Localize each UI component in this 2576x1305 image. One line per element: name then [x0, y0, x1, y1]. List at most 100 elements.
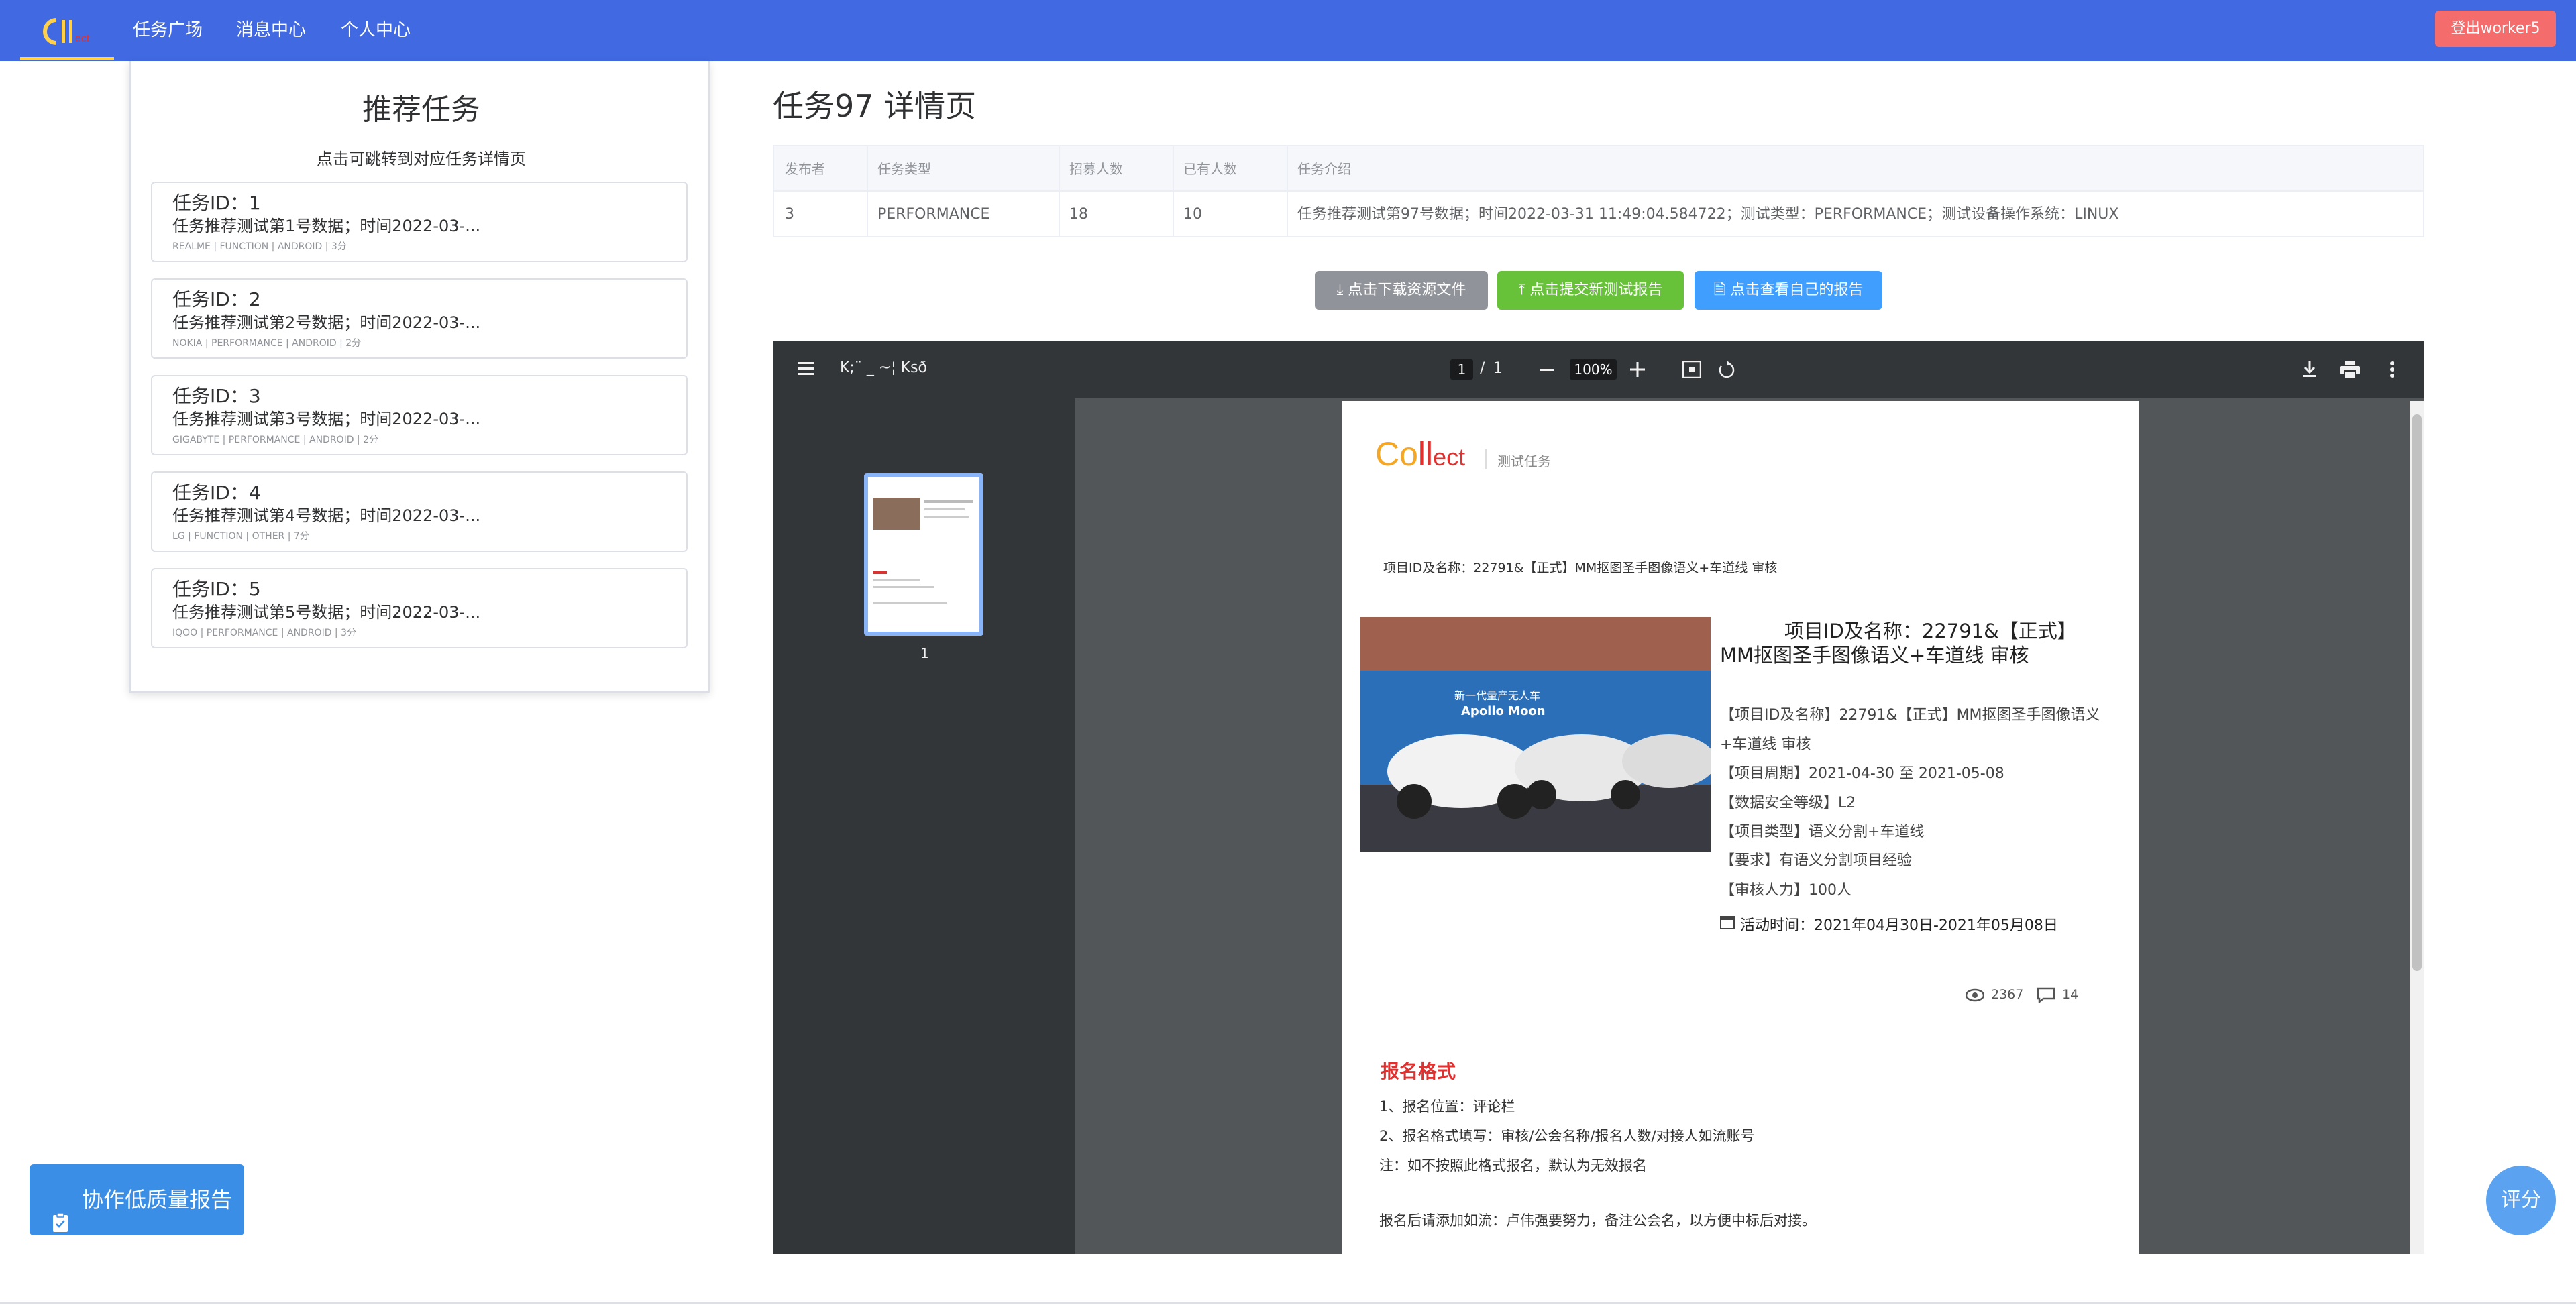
nav-personal-center[interactable]: 个人中心: [341, 0, 411, 61]
svg-text:ect: ect: [75, 33, 90, 44]
page-total: 1: [1493, 360, 1503, 377]
card-task-id: 任务ID：4: [172, 481, 261, 504]
thumbnail-line: [924, 516, 969, 518]
view-button-label: 点击查看自己的报告: [1730, 282, 1864, 298]
submit-button-label: 点击提交新测试报告: [1529, 282, 1663, 298]
zoom-out-icon[interactable]: [1540, 369, 1554, 371]
hamburger-menu-icon[interactable]: [798, 361, 816, 380]
zoom-in-icon[interactable]: [1630, 362, 1645, 380]
header-recruit-count: 招募人数: [1069, 161, 1123, 177]
header-publisher: 发布者: [785, 161, 825, 177]
fit-page-icon[interactable]: [1682, 360, 1702, 381]
task-info-table: 发布者 任务类型 招募人数 已有人数 任务介绍 3 PERFORMANCE 18…: [773, 145, 2424, 237]
submit-report-button[interactable]: ⤒ 点击提交新测试报告: [1497, 271, 1684, 310]
footer-note: 报名后请添加如流：卢伟强要努力，备注公会名，以方便中标后对接。: [1379, 1212, 1816, 1229]
card-task-desc: 任务推荐测试第4号数据；时间2022-03-...: [172, 506, 481, 525]
download-icon: ⤓: [1336, 282, 1348, 298]
cell-task-type: PERFORMANCE: [877, 206, 990, 223]
info-line: 【项目周期】2021-04-30 至 2021-05-08: [1720, 765, 2004, 782]
card-task-desc: 任务推荐测试第2号数据；时间2022-03-...: [172, 313, 481, 332]
thumbnail-line: [873, 579, 920, 581]
zoom-level-input[interactable]: 100%: [1570, 359, 1617, 380]
card-task-desc: 任务推荐测试第3号数据；时间2022-03-...: [172, 410, 481, 429]
logo-tagline: 测试任务: [1497, 453, 1551, 469]
header-task-type: 任务类型: [877, 161, 931, 177]
photo-caption-brand: Apollo Moon: [1461, 704, 1546, 718]
info-line: 【数据安全等级】L2: [1720, 795, 1856, 811]
pdf-page: Collect 测试任务 项目ID及名称：22791&【正式】MM抠图圣手图像语…: [1342, 401, 2139, 1254]
recommend-card-5[interactable]: 任务ID：5 任务推荐测试第5号数据；时间2022-03-... IQOO | …: [151, 568, 688, 648]
thumbnail-line: [873, 602, 947, 604]
recommend-card-2[interactable]: 任务ID：2 任务推荐测试第2号数据；时间2022-03-... NOKIA |…: [151, 278, 688, 359]
info-line: +车道线 审核: [1720, 736, 1811, 753]
document-icon: 🗎: [1713, 282, 1731, 298]
logo-part-a: Co: [1375, 435, 1418, 473]
pdf-filename: K;¨ _ ~¦ Ksð: [840, 359, 928, 376]
pdf-thumbnail-sidebar: 1: [773, 398, 1075, 1254]
recommend-panel: 推荐任务 点击可跳转到对应任务详情页 任务ID：1 任务推荐测试第1号数据；时间…: [129, 61, 710, 693]
download-icon[interactable]: [2301, 359, 2318, 381]
photo-caption: 新一代量产无人车: [1454, 689, 1541, 702]
upload-icon: ⤒: [1518, 282, 1530, 298]
view-my-report-button[interactable]: 🗎 点击查看自己的报告: [1695, 271, 1882, 310]
column-divider: [1173, 146, 1174, 236]
card-task-meta: REALME | FUNCTION | ANDROID | 3分: [172, 241, 347, 252]
logo-part-c: ect: [1433, 443, 1466, 471]
page-separator: /: [1480, 360, 1485, 377]
thumbnail-photo: [873, 498, 920, 530]
collab-button-label: 协作低质量报告: [82, 1187, 233, 1212]
app-logo[interactable]: ect: [38, 13, 105, 50]
card-task-id: 任务ID：2: [172, 288, 261, 310]
cell-current-count: 10: [1183, 206, 1202, 223]
recommend-card-3[interactable]: 任务ID：3 任务推荐测试第3号数据；时间2022-03-... GIGABYT…: [151, 375, 688, 455]
nav-message-center[interactable]: 消息中心: [236, 0, 306, 61]
info-line: 【项目ID及名称】22791&【正式】MM抠图圣手图像语义: [1720, 707, 2100, 724]
print-icon[interactable]: [2340, 361, 2360, 381]
thumbnail-line: [924, 508, 965, 510]
view-count: 2367: [1991, 987, 2024, 1002]
rotate-icon[interactable]: [1717, 361, 1736, 382]
top-navbar: ect 任务广场 消息中心 个人中心 登出worker5: [0, 0, 2576, 61]
pdf-scrollbar-thumb[interactable]: [2412, 414, 2422, 971]
card-task-id: 任务ID：3: [172, 385, 261, 407]
info-line: 【要求】有语义分割项目经验: [1720, 852, 1913, 869]
nav-task-square[interactable]: 任务广场: [133, 0, 203, 61]
activity-time: 活动时间：2021年04月30日-2021年05月08日: [1740, 917, 2058, 934]
thumbnail-page-number: 1: [920, 645, 929, 661]
document-header-line: 项目ID及名称：22791&【正式】MM抠图圣手图像语义+车道线 审核: [1383, 561, 1778, 575]
document-logo: Collect: [1375, 435, 1465, 473]
thumbnail-line: [873, 571, 887, 574]
more-options-icon[interactable]: [2390, 361, 2395, 381]
pdf-viewer[interactable]: K;¨ _ ~¦ Ksð 1 / 1 100% 1 Collect 测试任务 项…: [773, 341, 2424, 1254]
rate-button[interactable]: 评分: [2486, 1166, 2556, 1235]
active-nav-indicator: [20, 57, 114, 60]
cell-publisher: 3: [785, 206, 794, 223]
column-divider: [1059, 146, 1060, 236]
recommend-card-4[interactable]: 任务ID：4 任务推荐测试第4号数据；时间2022-03-... LG | FU…: [151, 471, 688, 552]
info-line: 【项目类型】语义分割+车道线: [1720, 824, 1925, 840]
pdf-toolbar: K;¨ _ ~¦ Ksð 1 / 1 100%: [773, 341, 2424, 398]
download-button-label: 点击下载资源文件: [1348, 282, 1466, 298]
page-number-input[interactable]: 1: [1450, 359, 1473, 380]
logout-button[interactable]: 登出worker5: [2435, 11, 2556, 47]
page-thumbnail[interactable]: [864, 473, 983, 636]
card-task-meta: NOKIA | PERFORMANCE | ANDROID | 2分: [172, 338, 362, 349]
calendar-icon: [1720, 915, 1735, 932]
comment-count: 14: [2062, 987, 2079, 1002]
cell-task-intro: 任务推荐测试第97号数据；时间2022-03-31 11:49:04.58472…: [1297, 206, 2119, 223]
clipboard-icon: [52, 1190, 68, 1232]
recommend-subtitle: 点击可跳转到对应任务详情页: [317, 150, 526, 168]
info-line: 【审核人力】100人: [1720, 882, 1851, 899]
card-task-meta: LG | FUNCTION | OTHER | 7分: [172, 531, 309, 542]
collab-low-quality-report-button[interactable]: 协作低质量报告: [30, 1164, 244, 1235]
card-task-desc: 任务推荐测试第1号数据；时间2022-03-...: [172, 217, 481, 235]
download-resource-button[interactable]: ⤓ 点击下载资源文件: [1315, 271, 1488, 310]
bottom-divider: [0, 1302, 2576, 1304]
cell-recruit-count: 18: [1069, 206, 1088, 223]
page-title: 任务97 详情页: [773, 88, 977, 124]
column-divider: [1287, 146, 1288, 236]
recommend-card-1[interactable]: 任务ID：1 任务推荐测试第1号数据；时间2022-03-... REALME …: [151, 182, 688, 262]
card-task-id: 任务ID：5: [172, 578, 261, 600]
card-task-id: 任务ID：1: [172, 192, 261, 214]
card-task-meta: GIGABYTE | PERFORMANCE | ANDROID | 2分: [172, 435, 379, 445]
